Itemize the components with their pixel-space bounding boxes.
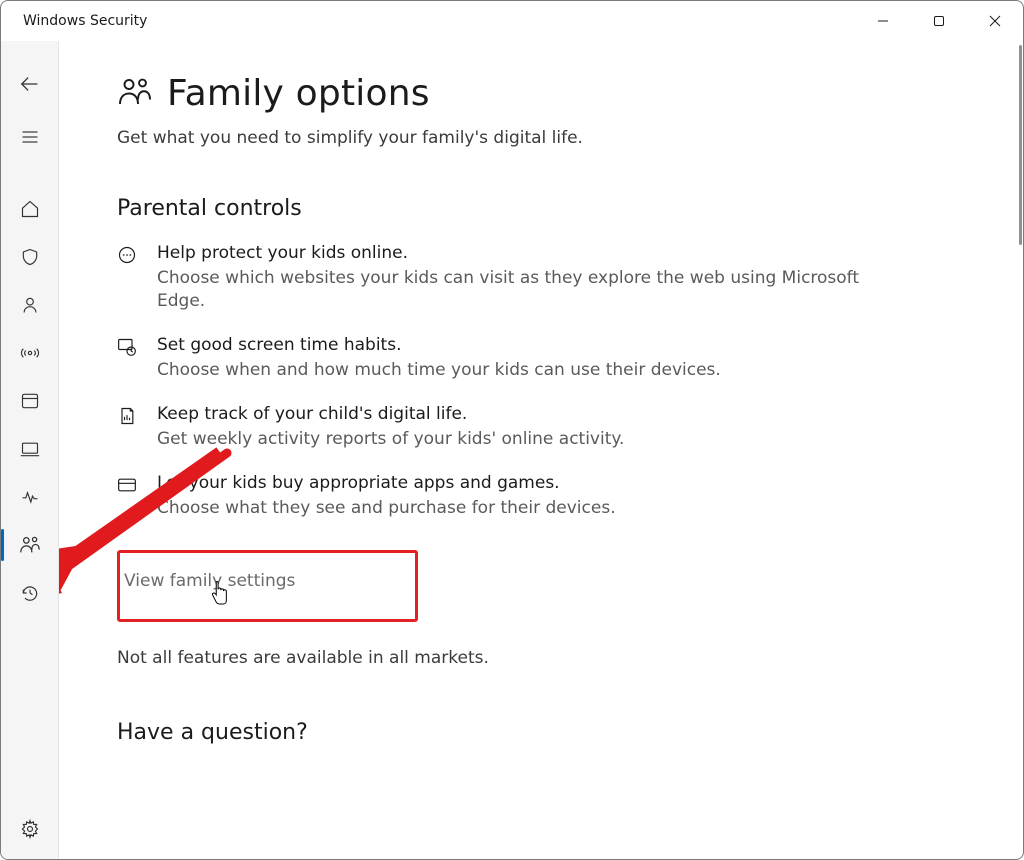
nav-device-performance[interactable] [1, 473, 59, 521]
minimize-button[interactable] [855, 1, 911, 41]
pointer-cursor-icon [208, 580, 230, 610]
have-a-question-heading: Have a question? [117, 720, 993, 745]
page-subtitle: Get what you need to simplify your famil… [117, 128, 993, 148]
feature-purchases: Let your kids buy appropriate apps and g… [117, 473, 877, 520]
nav-account-protection[interactable] [1, 281, 59, 329]
nav-home[interactable] [1, 185, 59, 233]
card-icon [117, 473, 139, 520]
menu-button[interactable] [1, 109, 59, 165]
report-icon [117, 404, 139, 451]
window-controls [855, 1, 1023, 41]
feature-protect-kids: Help protect your kids online. Choose wh… [117, 243, 877, 313]
annotation-highlight-box: View family settings [117, 550, 418, 622]
nav-family-options[interactable] [1, 521, 59, 569]
page-title: Family options [167, 73, 430, 114]
parental-controls-heading: Parental controls [117, 196, 993, 221]
availability-note: Not all features are available in all ma… [117, 648, 993, 668]
main-content: Family options Get what you need to simp… [59, 41, 1023, 859]
nav-settings[interactable] [1, 805, 59, 853]
window-title: Windows Security [23, 13, 147, 29]
close-button[interactable] [967, 1, 1023, 41]
app-window: Windows Security [0, 0, 1024, 860]
feature-desc: Choose what they see and purchase for th… [157, 497, 616, 520]
feature-title: Set good screen time habits. [157, 335, 721, 355]
nav-device-security[interactable] [1, 425, 59, 473]
feature-desc: Choose which websites your kids can visi… [157, 267, 877, 313]
title-bar: Windows Security [1, 1, 1023, 41]
maximize-button[interactable] [911, 1, 967, 41]
page-header: Family options [117, 73, 993, 114]
sidebar [1, 41, 59, 859]
feature-desc: Choose when and how much time your kids … [157, 359, 721, 382]
screen-time-icon [117, 335, 139, 382]
view-family-settings-link[interactable]: View family settings [120, 553, 415, 619]
feature-desc: Get weekly activity reports of your kids… [157, 428, 624, 451]
feature-activity-report: Keep track of your child's digital life.… [117, 404, 877, 451]
scrollbar[interactable] [1019, 45, 1022, 245]
feature-title: Let your kids buy appropriate apps and g… [157, 473, 616, 493]
nav-virus-protection[interactable] [1, 233, 59, 281]
nav-app-browser-control[interactable] [1, 377, 59, 425]
back-button[interactable] [1, 59, 59, 109]
family-icon [117, 74, 153, 114]
nav-protection-history[interactable] [1, 569, 59, 617]
client-area: Family options Get what you need to simp… [1, 41, 1023, 859]
feature-title: Help protect your kids online. [157, 243, 877, 263]
nav-firewall[interactable] [1, 329, 59, 377]
feature-title: Keep track of your child's digital life. [157, 404, 624, 424]
globe-icon [117, 243, 139, 313]
feature-screen-time: Set good screen time habits. Choose when… [117, 335, 877, 382]
